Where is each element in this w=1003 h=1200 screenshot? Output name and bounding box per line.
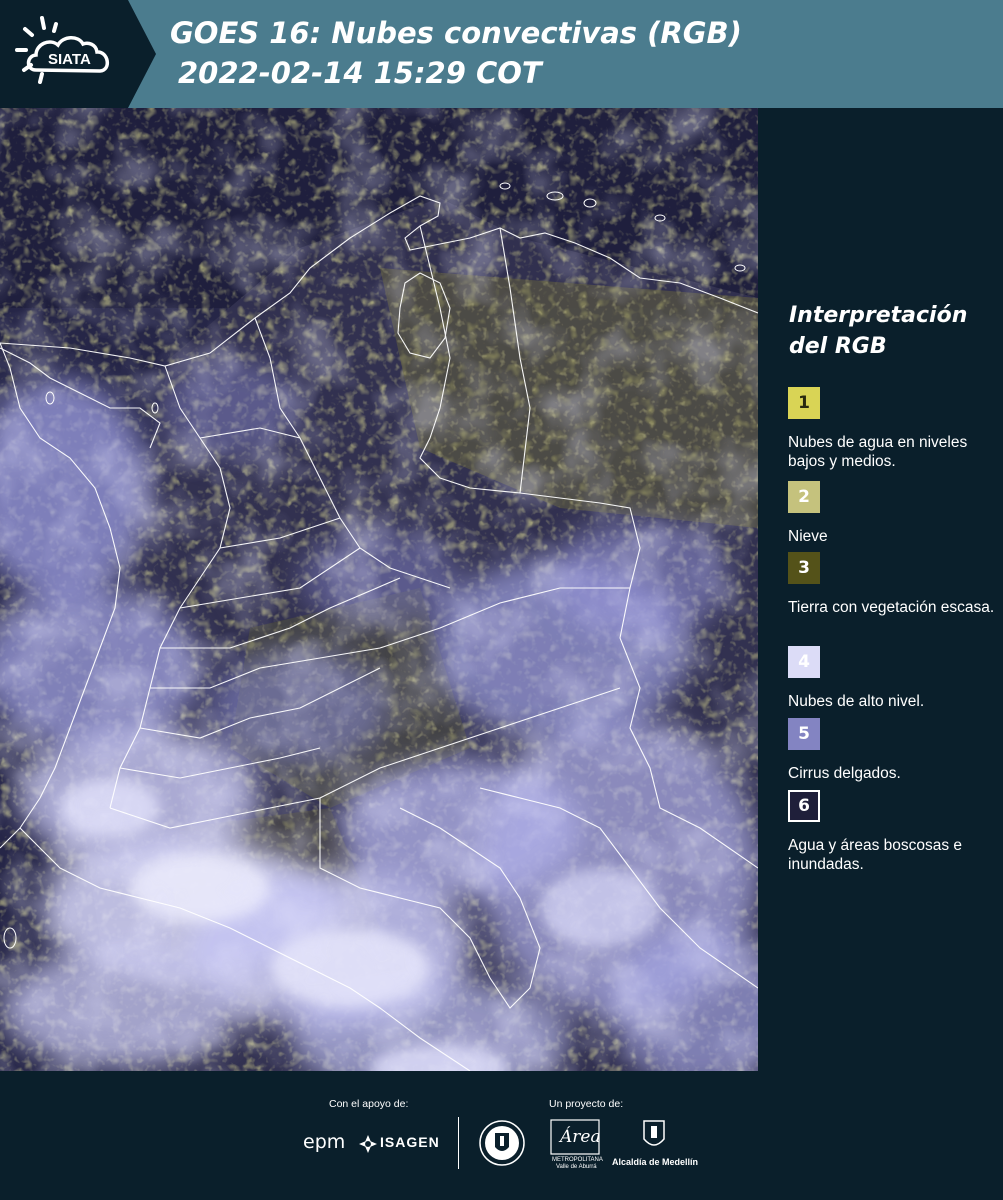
legend-item-2: 2 Nieve — [788, 481, 998, 546]
legend-description: Cirrus delgados. — [788, 765, 901, 782]
map-title: GOES 16: Nubes convectivas (RGB) — [170, 16, 742, 50]
epm-logo: epm — [303, 1131, 346, 1153]
alcaldia-logo: Alcaldía de Medellín — [610, 1119, 705, 1171]
map-timestamp: 2022-02-14 15:29 COT — [178, 56, 542, 90]
isagen-wordmark: ISAGEN — [380, 1134, 440, 1150]
legend-panel: Interpretación del RGB 1 Nubes de agua e… — [758, 108, 1003, 1071]
isagen-logo: ISAGEN — [358, 1131, 448, 1157]
legend-item-5: 5 Cirrus delgados. — [788, 718, 998, 783]
legend-item-1: 1 Nubes de agua en niveles bajos y medio… — [788, 387, 998, 471]
alcaldia-wordmark: Alcaldía de Medellín — [612, 1157, 699, 1167]
legend-swatch: 3 — [788, 552, 820, 584]
area-metropolitana-logo: Área METROPOLITANA Valle de Aburrá — [550, 1119, 603, 1170]
legend-description: Tierra con vegetación escasa. — [788, 599, 995, 616]
area-sub1: METROPOLITANA — [552, 1157, 603, 1163]
legend-swatch: 6 — [788, 790, 820, 822]
legend-swatch: 4 — [788, 646, 820, 678]
siata-logo: SIATA — [0, 0, 156, 108]
footer-divider — [458, 1117, 459, 1169]
legend-description: Nubes de agua en niveles bajos y medios. — [788, 434, 968, 470]
seal-icon — [479, 1120, 525, 1166]
area-wordmark: Área — [560, 1127, 601, 1147]
medellin-seal — [478, 1119, 526, 1172]
area-sub2: Valle de Aburrá — [556, 1164, 597, 1170]
satellite-image — [0, 108, 758, 1071]
project-caption: Un proyecto de: — [549, 1098, 624, 1110]
header-bar: SIATA GOES 16: Nubes convectivas (RGB) 2… — [0, 0, 1003, 108]
legend-item-3: 3 Tierra con vegetación escasa. — [788, 552, 998, 617]
legend-swatch: 5 — [788, 718, 820, 750]
legend-item-4: 4 Nubes de alto nivel. — [788, 646, 998, 711]
alcaldia-crest-icon — [643, 1120, 665, 1146]
footer-bar: Con el apoyo de: Un proyecto de: epm ISA… — [0, 1071, 1003, 1200]
legend-swatch: 2 — [788, 481, 820, 513]
support-caption: Con el apoyo de: — [329, 1098, 409, 1110]
siata-wordmark: SIATA — [48, 51, 91, 68]
legend-description: Agua y áreas boscosas e inundadas. — [788, 837, 963, 873]
legend-title: Interpretación del RGB — [789, 303, 968, 359]
legend-description: Nubes de alto nivel. — [788, 693, 925, 710]
legend-item-6: 6 Agua y áreas boscosas e inundadas. — [788, 790, 998, 874]
legend-description: Nieve — [788, 528, 828, 545]
isagen-icon — [359, 1135, 377, 1153]
legend-swatch: 1 — [788, 387, 820, 419]
